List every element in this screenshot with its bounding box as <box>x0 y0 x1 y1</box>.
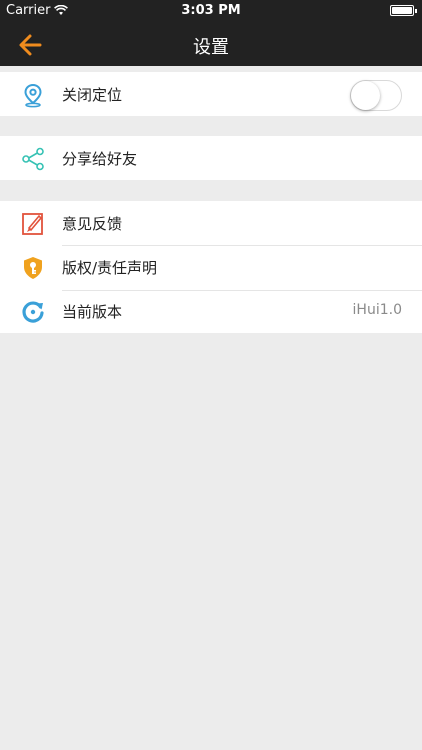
refresh-icon <box>22 301 44 323</box>
copyright-label: 版权/责任声明 <box>62 259 158 277</box>
version-row[interactable]: 当前版本 iHui1.0 <box>0 289 422 333</box>
edit-pen-icon <box>22 213 43 235</box>
share-row[interactable]: 分享给好友 <box>0 136 422 180</box>
version-value: iHui1.0 <box>352 302 402 318</box>
share-group: 分享给好友 <box>0 136 422 180</box>
location-row: 关闭定位 <box>0 72 422 116</box>
info-group: 意见反馈 版权/责任声明 当前版本 iHui1.0 <box>0 201 422 333</box>
share-icon <box>22 147 44 171</box>
location-group: 关闭定位 <box>0 72 422 116</box>
version-label: 当前版本 <box>62 303 123 321</box>
page-title: 设置 <box>193 37 229 58</box>
status-time: 3:03 PM <box>181 3 241 18</box>
location-toggle[interactable] <box>350 80 402 111</box>
shield-key-icon <box>24 257 42 279</box>
battery-icon <box>390 5 417 16</box>
feedback-row[interactable]: 意见反馈 <box>0 201 422 245</box>
location-label: 关闭定位 <box>62 86 123 104</box>
location-pin-icon <box>24 83 42 108</box>
status-bar: Carrier 3:03 PM <box>0 0 422 23</box>
copyright-row[interactable]: 版权/责任声明 <box>0 245 422 289</box>
nav-bar: 设置 <box>0 23 422 66</box>
feedback-label: 意见反馈 <box>62 215 123 233</box>
toggle-knob <box>351 81 380 110</box>
share-label: 分享给好友 <box>62 150 138 168</box>
